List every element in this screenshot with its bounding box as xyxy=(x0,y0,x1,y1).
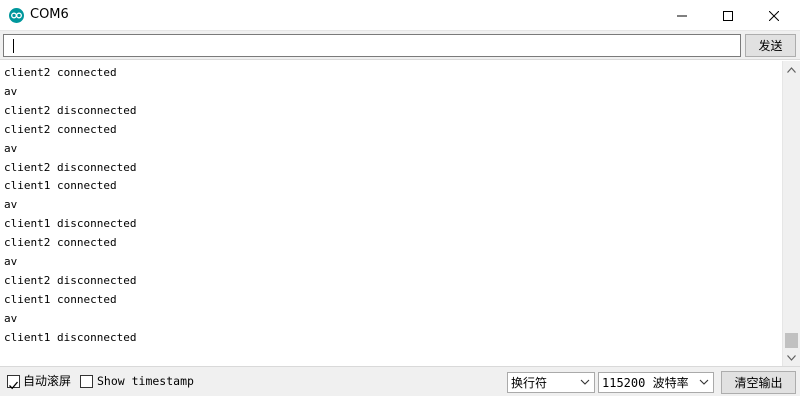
line-ending-value: 换行符 xyxy=(511,376,548,390)
chevron-down-icon xyxy=(787,354,796,361)
output-line: client1 connected xyxy=(4,292,117,306)
checkmark-icon xyxy=(9,381,18,390)
baud-rate-select[interactable]: 115200 波特率 xyxy=(598,372,714,393)
show-timestamp-checkbox[interactable] xyxy=(80,375,93,388)
output-line: av xyxy=(4,198,18,212)
output-line: av xyxy=(4,84,18,98)
output-line: client1 disconnected xyxy=(4,217,137,231)
close-icon xyxy=(769,10,779,21)
scroll-down-button[interactable] xyxy=(783,349,800,366)
output-line: client2 connected xyxy=(4,236,117,250)
close-button[interactable] xyxy=(751,0,797,31)
output-line: av xyxy=(4,255,18,268)
scroll-thumb[interactable] xyxy=(785,333,798,348)
chevron-down-icon xyxy=(699,379,709,385)
autoscroll-checkbox[interactable] xyxy=(7,375,20,390)
text-caret xyxy=(13,39,14,53)
output-line: client2 connected xyxy=(4,122,117,136)
output-line: client2 disconnected xyxy=(4,273,137,287)
vertical-scrollbar[interactable] xyxy=(782,61,800,366)
chevron-up-icon xyxy=(787,66,796,73)
output-line: client1 connected xyxy=(4,179,117,193)
chevron-down-icon xyxy=(580,379,590,385)
maximize-icon xyxy=(723,10,733,21)
send-button[interactable]: 发送 xyxy=(745,34,796,57)
serial-input[interactable] xyxy=(3,34,741,57)
output-line: av xyxy=(4,141,18,155)
autoscroll-label: 自动滚屏 xyxy=(23,374,72,388)
output-line: client2 disconnected xyxy=(4,160,137,174)
minimize-icon xyxy=(677,15,687,16)
baud-rate-value: 115200 波特率 xyxy=(602,376,689,390)
clear-output-button[interactable]: 清空输出 xyxy=(721,371,796,394)
arduino-infinity-icon xyxy=(9,8,24,23)
output-line: client1 disconnected xyxy=(4,330,137,344)
output-line: client2 connected xyxy=(4,66,117,79)
status-bar: 自动滚屏 Show timestamp 换行符 115200 波特率 清空输出 xyxy=(0,366,800,396)
send-bar: 发送 xyxy=(0,31,800,60)
serial-output[interactable]: client2 connected av client2 disconnected c… xyxy=(0,61,782,366)
line-ending-select[interactable]: 换行符 xyxy=(507,372,595,393)
maximize-button[interactable] xyxy=(705,0,751,31)
window-title: COM6 xyxy=(30,7,69,22)
minimize-button[interactable] xyxy=(659,0,705,31)
show-timestamp-label: Show timestamp xyxy=(97,374,194,388)
output-line: av xyxy=(4,311,18,325)
output-line: client2 disconnected xyxy=(4,103,137,117)
scroll-up-button[interactable] xyxy=(783,61,800,78)
title-bar: COM6 xyxy=(0,0,800,31)
